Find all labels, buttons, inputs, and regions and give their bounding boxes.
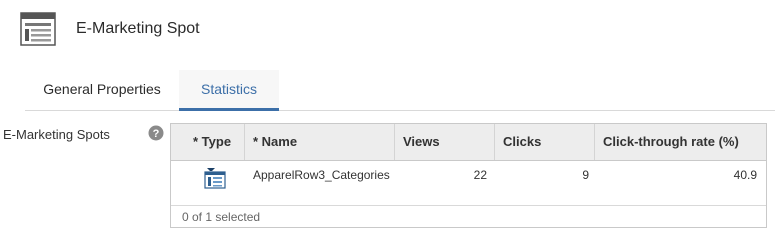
row-clicks: 9 — [582, 168, 589, 182]
page-title: E-Marketing Spot — [76, 20, 200, 37]
row-views: 22 — [473, 168, 487, 182]
page-header: E-Marketing Spot — [0, 0, 775, 62]
tab-general-properties[interactable]: General Properties — [25, 70, 179, 108]
help-icon[interactable]: ? — [148, 125, 164, 141]
column-header-click-through-rate[interactable]: Click-through rate (%) — [595, 124, 765, 160]
grid-footer: 0 of 1 selected — [171, 205, 766, 228]
column-header-type[interactable]: * Type — [171, 124, 245, 160]
svg-text:?: ? — [153, 128, 160, 140]
column-header-clicks[interactable]: Clicks — [495, 124, 595, 160]
statistics-grid: * Type * Name Views Clicks Click-through… — [170, 123, 767, 228]
tab-statistics[interactable]: Statistics — [179, 70, 279, 111]
row-name: ApparelRow3_Categories — [253, 168, 390, 182]
e-marketing-spots-label: E-Marketing Spots — [3, 127, 110, 142]
column-header-views[interactable]: Views — [395, 124, 495, 160]
selection-status: 0 of 1 selected — [182, 210, 261, 224]
tab-bar: General Properties Statistics — [25, 70, 775, 111]
e-marketing-spot-icon — [204, 167, 226, 189]
layout-grid-icon — [20, 12, 56, 46]
row-click-through-rate: 40.9 — [733, 168, 757, 182]
grid-header: * Type * Name Views Clicks Click-through… — [171, 124, 766, 161]
column-header-name[interactable]: * Name — [245, 124, 395, 160]
table-row[interactable]: ApparelRow3_Categories 22 9 40.9 — [171, 161, 766, 205]
